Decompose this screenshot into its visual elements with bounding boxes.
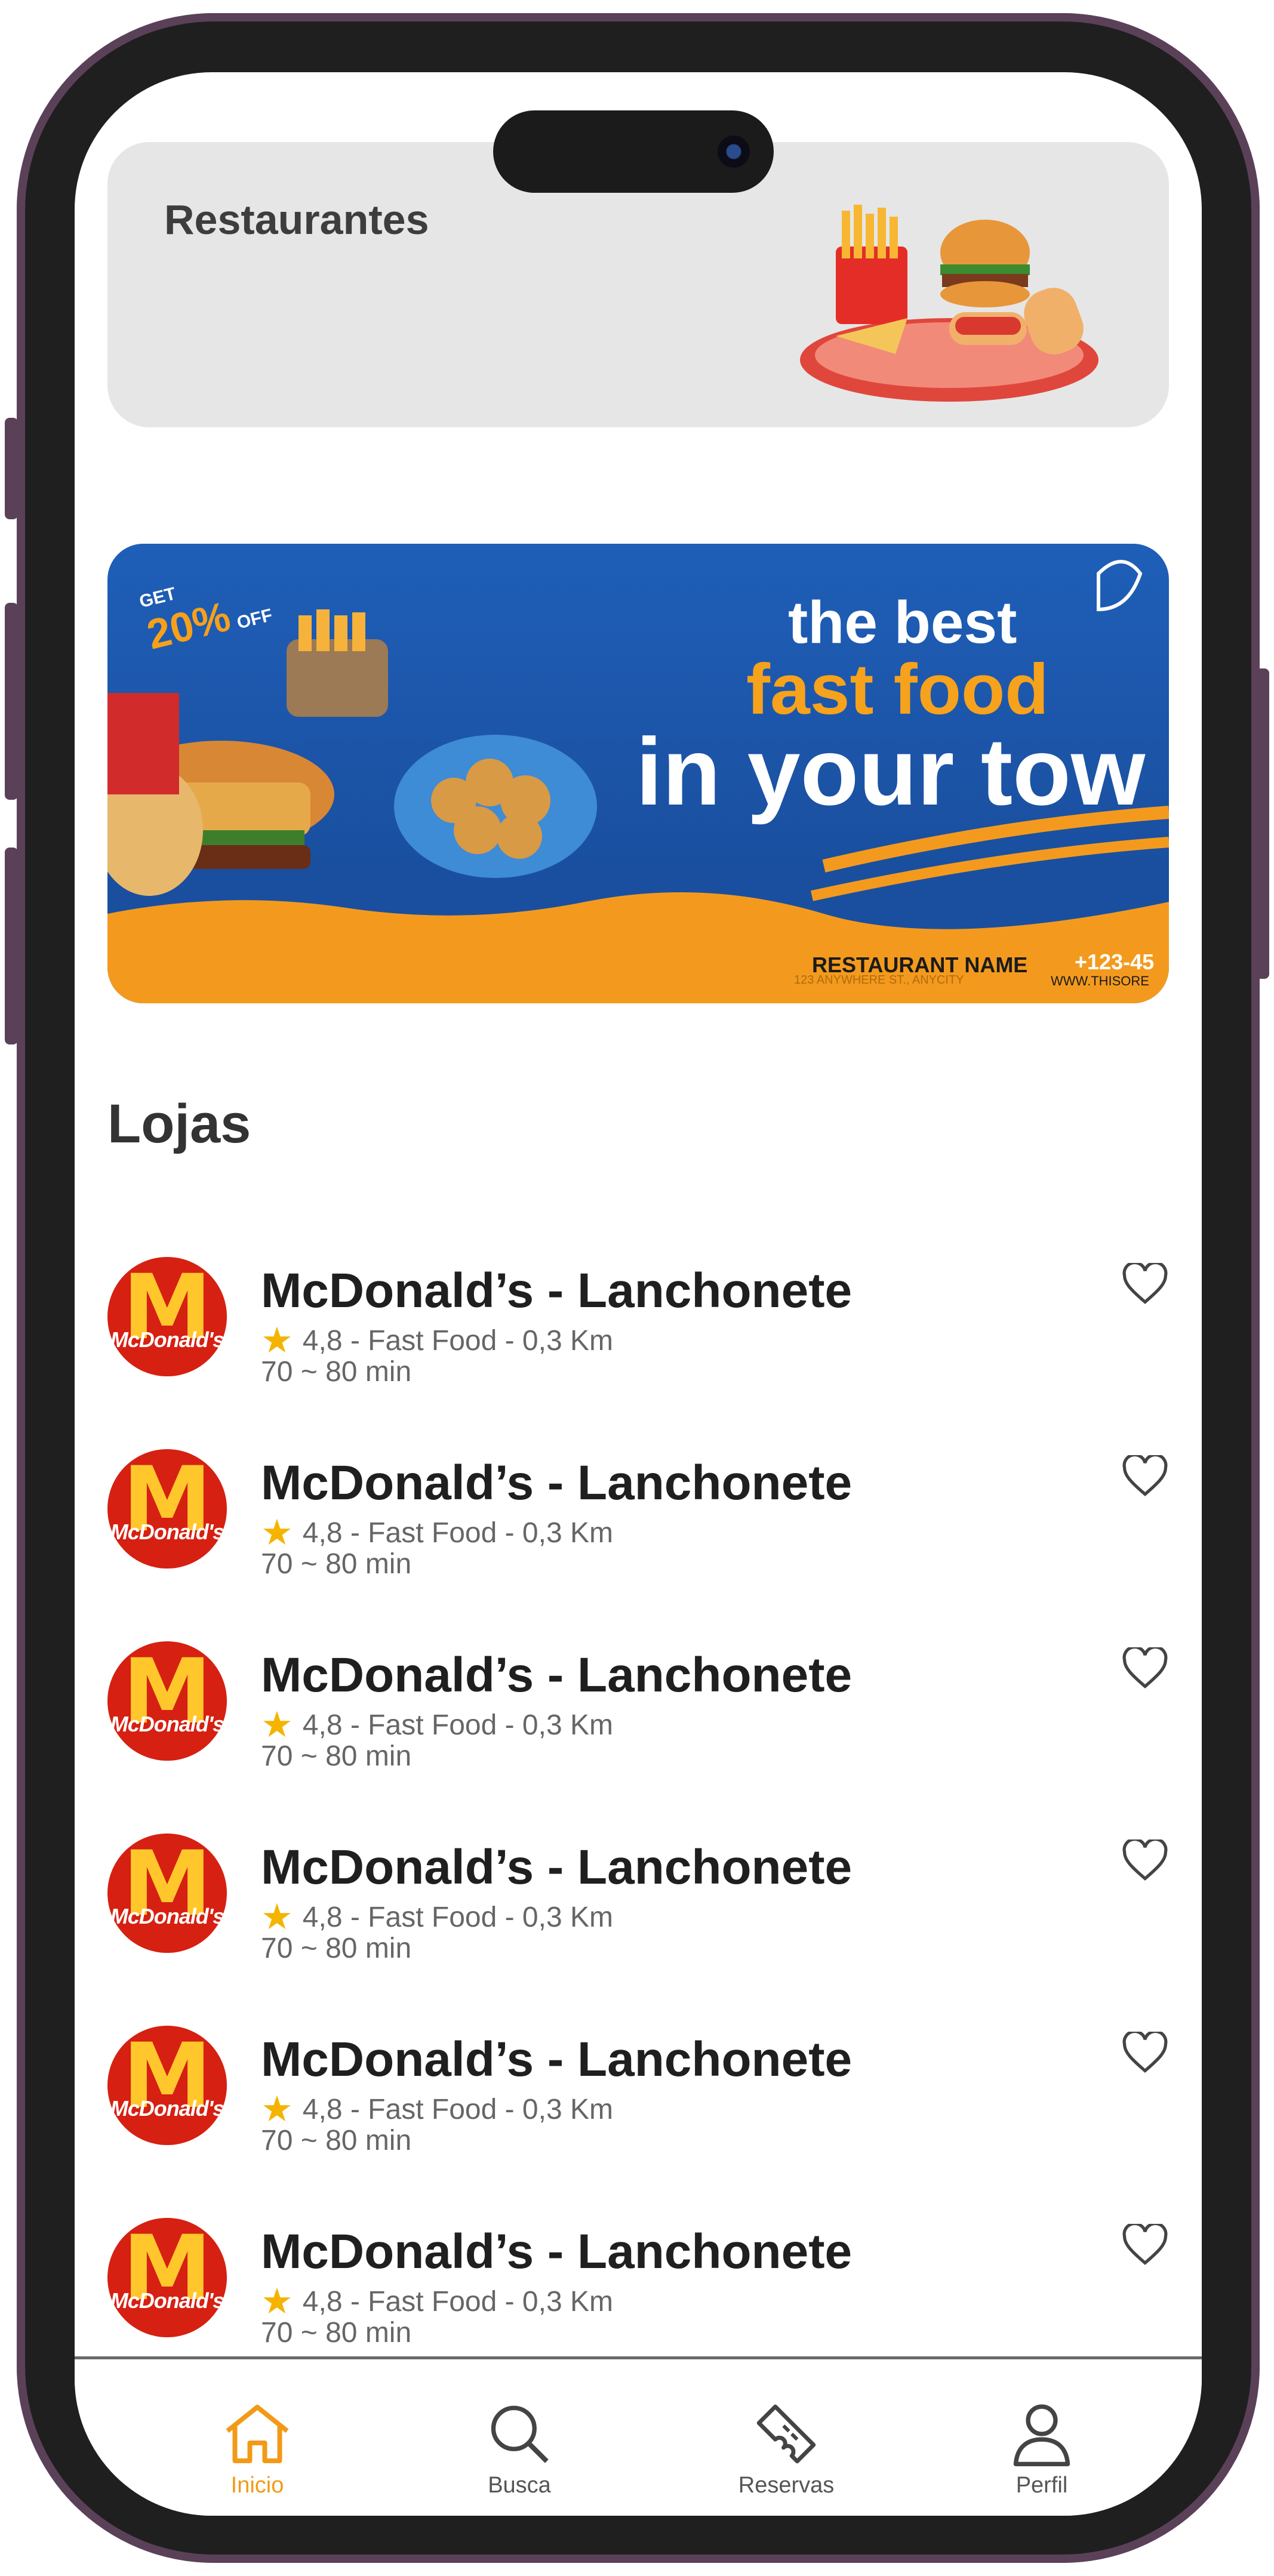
store-delivery-time: 70 ~ 80 min — [261, 1740, 412, 1772]
page-title: Restaurantes — [164, 196, 429, 243]
store-list-item[interactable]: M McDonald's McDonald’s - Lanchonete ★ 4,… — [107, 1449, 1169, 1641]
ticket-icon — [756, 2404, 816, 2464]
star-icon: ★ — [261, 1320, 293, 1360]
star-icon: ★ — [261, 1897, 293, 1937]
store-delivery-time: 70 ~ 80 min — [261, 2317, 412, 2349]
device-volume-up-button — [5, 603, 18, 800]
device-side-button — [5, 418, 18, 519]
mcdonalds-logo-icon: M McDonald's — [107, 2026, 227, 2145]
store-name: McDonald’s - Lanchonete — [261, 1264, 853, 1318]
store-list-item[interactable]: M McDonald's McDonald’s - Lanchonete ★ 4,… — [107, 1641, 1169, 1834]
logo-text: McDonald's — [110, 1904, 225, 1928]
banner-line-1: the best — [788, 589, 1017, 656]
store-rating-category-distance: 4,8 - Fast Food - 0,3 Km — [302, 2094, 613, 2125]
banner-address: 123 ANYWHERE ST., ANYCITY — [794, 973, 964, 987]
nav-item-busca[interactable]: Busca — [448, 2401, 591, 2498]
mcdonalds-logo-icon: M McDonald's — [107, 1449, 227, 1569]
mcdonalds-logo-icon: M McDonald's — [107, 1834, 227, 1953]
logo-text: McDonald's — [110, 2288, 225, 2313]
store-rating-category-distance: 4,8 - Fast Food - 0,3 Km — [302, 2286, 613, 2318]
store-rating-category-distance: 4,8 - Fast Food - 0,3 Km — [302, 1709, 613, 1741]
fast-food-plate-illustration — [800, 205, 1098, 402]
store-rating-category-distance: 4,8 - Fast Food - 0,3 Km — [302, 1902, 613, 1933]
store-list-item[interactable]: M McDonald's McDonald’s - Lanchonete ★ 4,… — [107, 2026, 1169, 2218]
store-list: M McDonald's McDonald’s - Lanchonete ★ 4,… — [107, 1257, 1169, 2410]
heart-icon[interactable] — [1121, 1647, 1169, 1690]
heart-icon[interactable] — [1121, 1455, 1169, 1498]
logo-text: McDonald's — [110, 1520, 225, 1544]
mcdonalds-logo-icon: M McDonald's — [107, 1641, 227, 1761]
nav-label: Reservas — [738, 2473, 835, 2498]
store-name: McDonald’s - Lanchonete — [261, 1648, 853, 1702]
search-icon — [491, 2405, 549, 2463]
store-rating-category-distance: 4,8 - Fast Food - 0,3 Km — [302, 1325, 613, 1357]
mcdonalds-logo-icon: M McDonald's — [107, 2218, 227, 2337]
store-name: McDonald’s - Lanchonete — [261, 2224, 853, 2279]
heart-icon[interactable] — [1121, 2032, 1169, 2075]
heart-icon[interactable] — [1121, 1263, 1169, 1306]
star-icon: ★ — [261, 2281, 293, 2321]
nav-label: Busca — [488, 2473, 551, 2498]
logo-text: McDonald's — [110, 1712, 225, 1736]
dynamic-island — [493, 110, 774, 193]
user-icon — [1013, 2404, 1070, 2467]
logo-text: McDonald's — [110, 2096, 225, 2121]
camera-icon — [718, 135, 750, 168]
nav-item-perfil[interactable]: Perfil — [970, 2401, 1113, 2498]
store-list-item[interactable]: M McDonald's McDonald’s - Lanchonete ★ 4,… — [107, 1834, 1169, 2026]
nav-item-reservas[interactable]: Reservas — [715, 2401, 858, 2498]
heart-icon[interactable] — [1121, 2224, 1169, 2267]
store-delivery-time: 70 ~ 80 min — [261, 1548, 412, 1580]
banner-phone: +123-45 — [1075, 950, 1155, 974]
logo-text: McDonald's — [110, 1327, 225, 1352]
nav-item-inicio[interactable]: Inicio — [186, 2401, 329, 2498]
store-rating-category-distance: 4,8 - Fast Food - 0,3 Km — [302, 1517, 613, 1549]
device-power-button — [1256, 668, 1269, 979]
banner-website: WWW.THISORE — [1051, 973, 1149, 988]
store-name: McDonald’s - Lanchonete — [261, 2032, 853, 2087]
star-icon: ★ — [261, 1705, 293, 1745]
phone-screen: Restaurantes GET 20% OFF the best fast f… — [75, 72, 1202, 2516]
bottom-navigation: Inicio Busca Reservas Perfil — [75, 2356, 1202, 2516]
store-delivery-time: 70 ~ 80 min — [261, 1356, 412, 1388]
star-icon: ★ — [261, 2089, 293, 2129]
home-icon — [226, 2405, 289, 2463]
device-volume-down-button — [5, 848, 18, 1044]
store-delivery-time: 70 ~ 80 min — [261, 1933, 412, 1964]
nav-label: Inicio — [230, 2473, 284, 2498]
promo-banner[interactable]: GET 20% OFF the best fast food in your t… — [107, 544, 1169, 1003]
store-list-item[interactable]: M McDonald's McDonald’s - Lanchonete ★ 4,… — [107, 1257, 1169, 1449]
store-delivery-time: 70 ~ 80 min — [261, 2125, 412, 2156]
nav-label: Perfil — [1015, 2473, 1068, 2498]
banner-line-3: in your tow — [636, 718, 1146, 825]
store-name: McDonald’s - Lanchonete — [261, 1456, 853, 1510]
heart-icon[interactable] — [1121, 1839, 1169, 1882]
mcdonalds-logo-icon: M McDonald's — [107, 1257, 227, 1376]
star-icon: ★ — [261, 1512, 293, 1552]
stores-section-title: Lojas — [107, 1093, 251, 1154]
store-name: McDonald’s - Lanchonete — [261, 1840, 853, 1894]
